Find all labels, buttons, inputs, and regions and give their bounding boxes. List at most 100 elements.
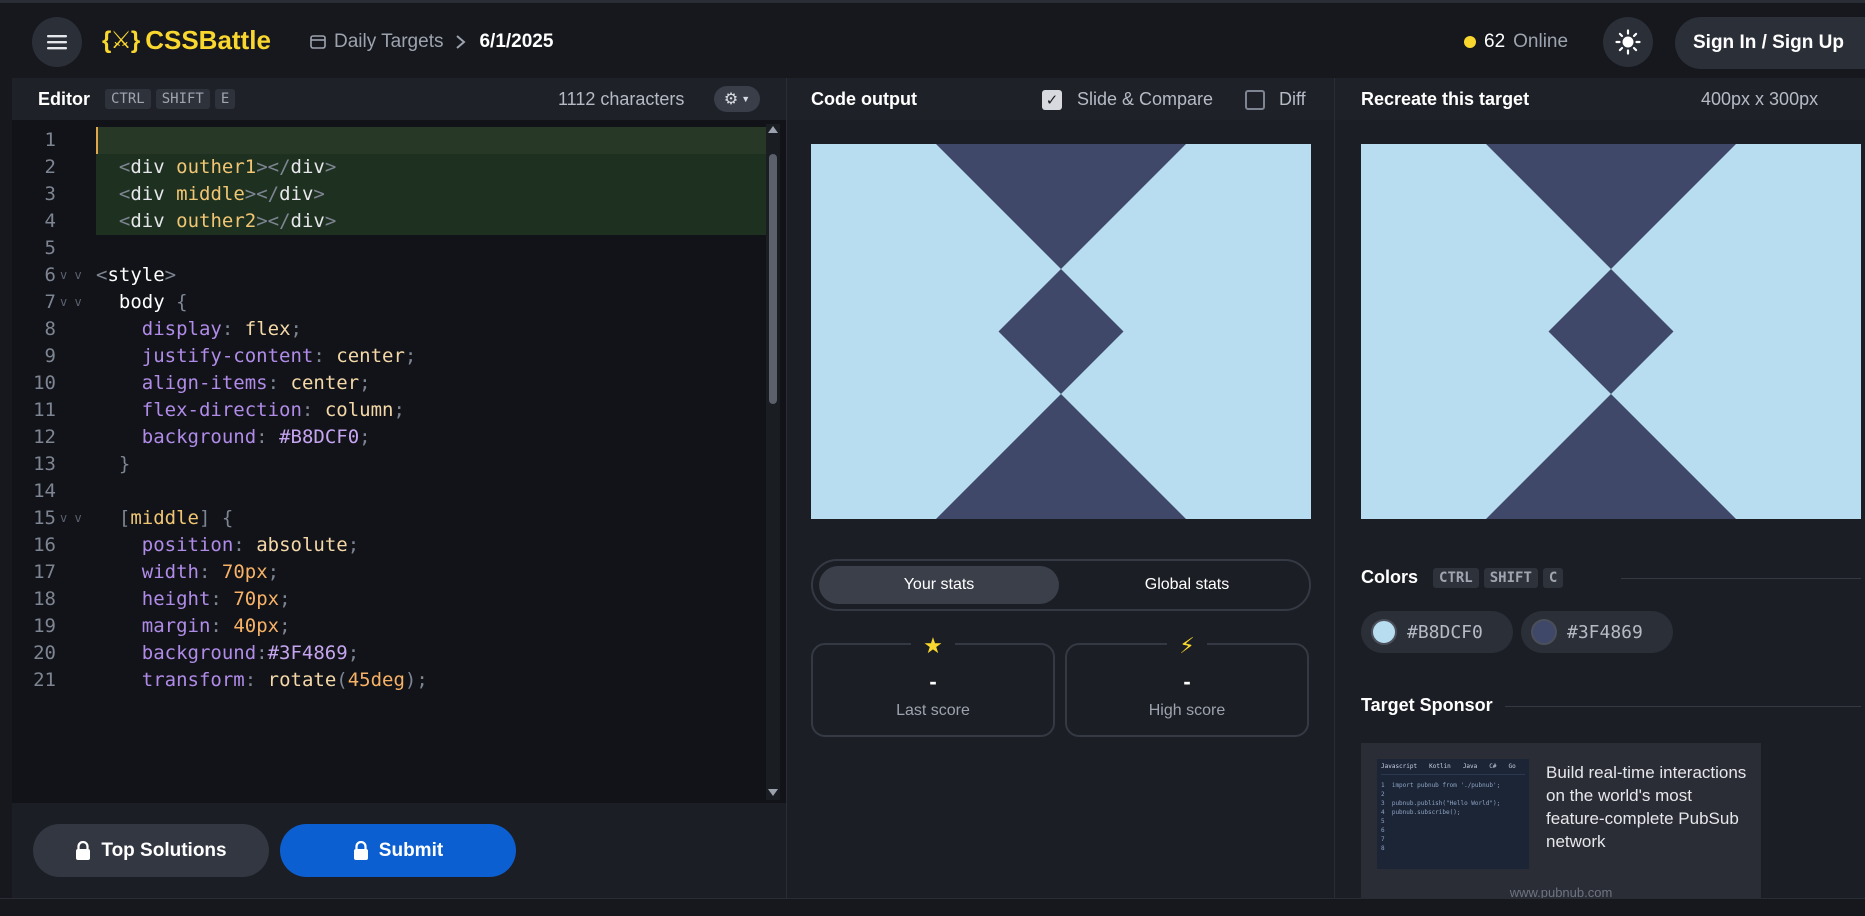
scrollbar-thumb[interactable]: [769, 154, 777, 404]
target-render: [1361, 144, 1861, 519]
code-line: 4 <div outher2></div>: [12, 208, 772, 235]
star-icon: ★: [911, 633, 955, 658]
code-text: }: [118, 453, 131, 475]
code-line: 20 background:#3F4869;: [12, 640, 772, 667]
target-title: Recreate this target: [1361, 89, 1530, 109]
lock-icon: [353, 840, 368, 860]
tab-global-stats[interactable]: Global stats: [1069, 566, 1305, 604]
submit-button[interactable]: Submit: [280, 824, 516, 877]
logo[interactable]: {⚔} CSSBattle: [102, 25, 271, 56]
gear-icon: ⚙: [723, 91, 739, 108]
code-text: margin: 40px;: [141, 615, 291, 637]
sponsor-code-line: 2: [1381, 791, 1385, 798]
sponsor-image: Javascript Kotlin Java C# Go 1 import pu…: [1377, 759, 1529, 869]
code-line: 11 flex-direction: column;: [12, 397, 772, 424]
slide-compare-checkbox[interactable]: ✓: [1042, 90, 1062, 110]
breadcrumb-date: 6/1/2025: [479, 31, 554, 52]
scroll-up-icon[interactable]: [768, 126, 778, 133]
tab-your-stats[interactable]: Your stats: [819, 566, 1059, 604]
editor-scrollbar[interactable]: [766, 124, 780, 800]
chevron-right-icon: [456, 35, 467, 49]
editor-footer: Top Solutions Submit: [12, 803, 786, 898]
sponsor-code-line: 5: [1381, 818, 1385, 825]
line-number: 21: [33, 669, 56, 691]
code-text: <div outher2></div>: [118, 210, 337, 232]
line-number: 6: [44, 264, 56, 286]
theme-toggle-button[interactable]: [1603, 17, 1653, 67]
sign-in-button[interactable]: Sign In / Sign Up: [1675, 17, 1865, 69]
colors-heading: Colors CTRL SHIFT C: [1361, 567, 1564, 588]
top-header: {⚔} CSSBattle Daily Targets 6/1/2025 62 …: [0, 0, 1865, 78]
line-number: 3: [44, 183, 56, 205]
line-number: 12: [33, 426, 56, 448]
code-text: transform: rotate(45deg);: [141, 669, 428, 691]
high-score-value: -: [1183, 669, 1191, 694]
line-number: 15: [33, 507, 56, 529]
editor-header: Editor CTRL SHIFT E 1112 characters ⚙ ▼: [12, 78, 786, 120]
code-line: 2 <div outher1></div>: [12, 154, 772, 181]
divider: [1505, 706, 1861, 707]
code-line: 12 background: #B8DCF0;: [12, 424, 772, 451]
chevron-down-icon: ▼: [741, 94, 751, 104]
code-line: 16 position: absolute;: [12, 532, 772, 559]
kbd-key: CTRL: [1433, 567, 1479, 588]
sponsor-tab: C#: [1489, 763, 1497, 770]
online-count: 62 Online: [1464, 31, 1568, 53]
breadcrumb-daily-targets[interactable]: Daily Targets: [334, 31, 443, 53]
target-size: 400px x 300px: [1701, 89, 1819, 109]
diff-label[interactable]: Diff: [1279, 89, 1306, 110]
sponsor-code-line: 1 import pubnub from './pubnub';: [1381, 782, 1501, 789]
line-number: 17: [33, 561, 56, 583]
code-line: 6v v <style>: [12, 262, 772, 289]
code-output-canvas[interactable]: [811, 144, 1311, 519]
top-solutions-button[interactable]: Top Solutions: [33, 824, 269, 877]
calendar-icon: [310, 35, 326, 49]
editor-settings-button[interactable]: ⚙ ▼: [714, 86, 760, 112]
slide-compare-label[interactable]: Slide & Compare: [1077, 89, 1213, 110]
line-number: 2: [44, 156, 56, 178]
last-score-value: -: [929, 669, 937, 694]
code-line: 9 justify-content: center;: [12, 343, 772, 370]
color-dot-icon: [1371, 619, 1397, 645]
line-number: 10: [33, 372, 56, 394]
fold-arrow-icon[interactable]: v v: [60, 262, 82, 289]
code-text: background: #B8DCF0;: [141, 426, 371, 448]
last-score-card: ★ - Last score: [811, 633, 1055, 737]
line-number: 18: [33, 588, 56, 610]
code-text: [middle] {: [118, 507, 234, 529]
menu-button[interactable]: [32, 17, 82, 67]
sponsor-tab: Javascript: [1381, 763, 1418, 770]
diff-checkbox[interactable]: [1245, 90, 1265, 110]
kbd-key: SHIFT: [1483, 567, 1538, 588]
line-number: 19: [33, 615, 56, 637]
colors-title: Colors: [1361, 567, 1419, 587]
scroll-down-icon[interactable]: [768, 789, 778, 796]
color-swatch-dark[interactable]: #3F4869: [1521, 611, 1673, 653]
code-text: background:#3F4869;: [141, 642, 360, 664]
code-line: 10 align-items: center;: [12, 370, 772, 397]
sponsor-code-line: 8: [1381, 845, 1385, 852]
output-render: [811, 144, 1311, 519]
sponsor-code-line: 4 pubnub.subscribe();: [1381, 809, 1461, 816]
code-text: justify-content: center;: [141, 345, 417, 367]
code-text: height: 70px;: [141, 588, 291, 610]
code-line: 19 margin: 40px;: [12, 613, 772, 640]
line-number: 16: [33, 534, 56, 556]
code-line: 13 }: [12, 451, 772, 478]
color-swatch-light[interactable]: #B8DCF0: [1361, 611, 1513, 653]
high-score-card: ⚡ - High score: [1065, 633, 1309, 737]
code-line: 3 <div middle></div>: [12, 181, 772, 208]
line-number: 4: [44, 210, 56, 232]
code-editor[interactable]: 12 <div outher1></div> 3 <div middle></di…: [12, 127, 772, 797]
sponsor-card[interactable]: Javascript Kotlin Java C# Go 1 import pu…: [1361, 743, 1761, 903]
fold-arrow-icon[interactable]: v v: [60, 505, 82, 532]
sponsor-code-line: 3 pubnub.publish("Hello World");: [1381, 800, 1501, 807]
color-hex: #3F4869: [1567, 621, 1643, 643]
output-title: Code output: [811, 89, 917, 109]
editor-shortcut: CTRL SHIFT E: [100, 89, 236, 109]
kbd-key: C: [1542, 567, 1564, 588]
breadcrumb: Daily Targets 6/1/2025: [310, 31, 553, 53]
code-text: <style>: [96, 264, 177, 286]
line-number: 8: [44, 318, 56, 340]
fold-arrow-icon[interactable]: v v: [60, 289, 82, 316]
